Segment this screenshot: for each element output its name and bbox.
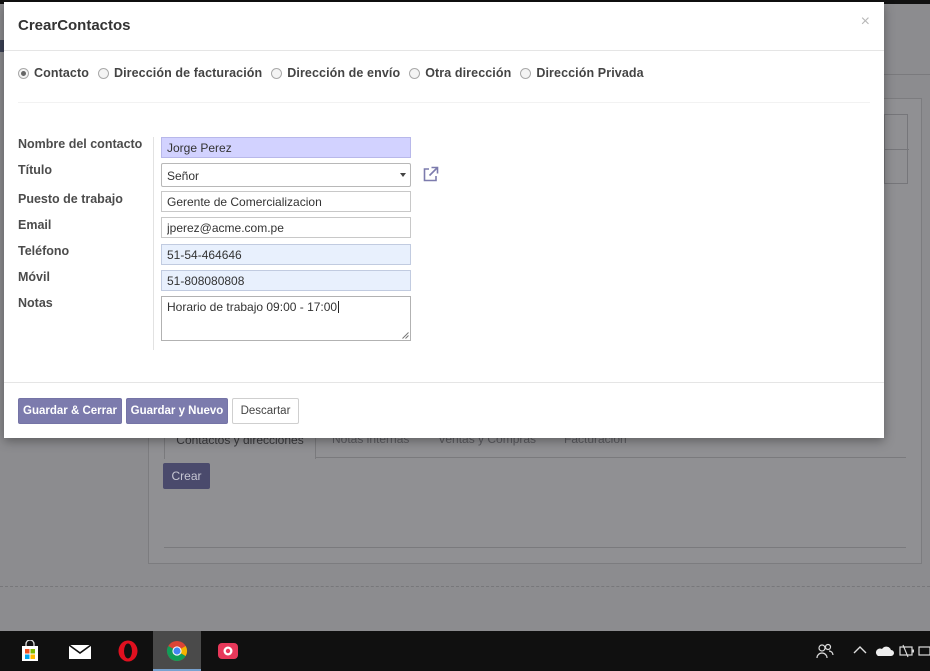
taskbar-chrome[interactable] (153, 631, 201, 671)
mobile-field[interactable] (161, 270, 411, 291)
taskbar-camera[interactable] (204, 631, 252, 671)
mobile-label: Móvil (18, 270, 50, 284)
store-icon (22, 640, 38, 661)
title-select-value: Señor (167, 169, 200, 183)
email-label: Email (18, 218, 52, 232)
resize-grip-icon[interactable] (402, 332, 409, 339)
label-column-separator (153, 137, 154, 350)
contact-name-label: Nombre del contacto (18, 137, 143, 151)
radio-label: Contacto (34, 66, 89, 80)
dialog-header: CrearContactos × (4, 2, 884, 51)
radio-label: Dirección de facturación (113, 66, 263, 80)
notes-textarea[interactable]: Horario de trabajo 09:00 - 17:00 (161, 296, 411, 341)
create-contact-dialog: CrearContactos × Contacto Dirección de f… (4, 2, 884, 438)
chevron-up-icon[interactable] (853, 645, 867, 655)
chrome-icon (167, 641, 187, 661)
taskbar-opera[interactable] (104, 631, 152, 671)
radio-unchecked-icon[interactable] (409, 67, 421, 79)
save-close-button[interactable]: Guardar & Cerrar (18, 398, 122, 424)
save-new-button[interactable]: Guardar y Nuevo (126, 398, 228, 424)
radio-label: Dirección de envío (287, 66, 401, 80)
taskbar-store[interactable] (6, 631, 54, 671)
email-field[interactable] (161, 217, 411, 238)
notes-label: Notas (18, 296, 53, 310)
radio-label: Dirección Privada (536, 66, 644, 80)
tab-content-divider (164, 547, 906, 548)
header-divider (884, 74, 930, 75)
phone-label: Teléfono (18, 244, 70, 258)
network-icon[interactable] (918, 644, 930, 658)
people-icon[interactable] (816, 642, 834, 660)
title-select[interactable]: Señor (161, 163, 411, 187)
onedrive-icon[interactable] (874, 645, 894, 657)
job-position-field[interactable] (161, 191, 411, 212)
radio-label: Otra dirección (425, 66, 512, 80)
radio-invoice-address[interactable]: Dirección de facturación (97, 66, 263, 80)
radio-unchecked-icon[interactable] (520, 67, 532, 79)
discard-button[interactable]: Descartar (232, 398, 299, 424)
text-caret (338, 301, 340, 313)
title-label: Título (18, 163, 53, 177)
battery-icon[interactable] (899, 644, 915, 658)
mail-icon (68, 644, 92, 659)
radio-unchecked-icon[interactable] (97, 67, 109, 79)
opera-icon (118, 640, 138, 662)
close-icon[interactable]: × (861, 13, 870, 31)
radio-private-address[interactable]: Dirección Privada (520, 66, 644, 80)
taskbar-mail[interactable] (55, 631, 103, 671)
radio-other-address[interactable]: Otra dirección (409, 66, 511, 80)
radio-unchecked-icon[interactable] (271, 67, 283, 79)
external-link-icon[interactable] (422, 166, 439, 183)
chatter-divider (0, 586, 930, 587)
camera-icon (218, 643, 238, 659)
address-type-radio-group: Contacto Dirección de facturación Direcc… (18, 64, 653, 82)
caret-down-icon (400, 173, 406, 177)
phone-field[interactable] (161, 244, 411, 265)
notes-text: Horario de trabajo 09:00 - 17:00 (167, 300, 338, 314)
radio-contact[interactable]: Contacto (18, 66, 89, 80)
dialog-title: CrearContactos (18, 17, 131, 34)
section-divider (18, 102, 870, 103)
radio-checked-icon[interactable] (18, 67, 29, 79)
job-position-label: Puesto de trabajo (18, 192, 123, 206)
radio-delivery-address[interactable]: Dirección de envío (271, 66, 400, 80)
contact-name-field[interactable] (161, 137, 411, 158)
taskbar (0, 631, 930, 671)
info-table (884, 114, 909, 184)
dialog-footer: Guardar & Cerrar Guardar y Nuevo Descart… (4, 382, 884, 438)
create-contact-button[interactable]: Crear (163, 463, 210, 489)
